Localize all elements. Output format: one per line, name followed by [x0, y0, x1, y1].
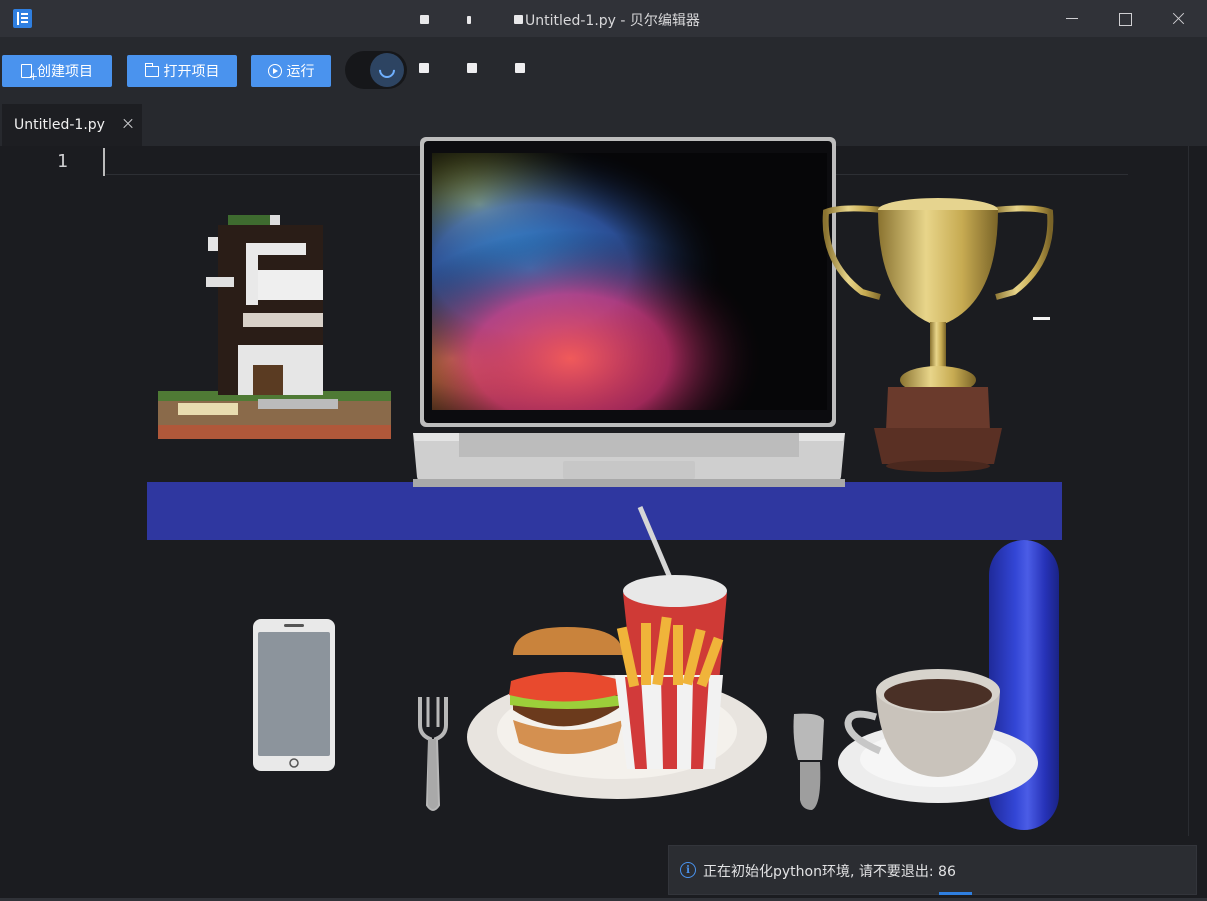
tab-label: Untitled-1.py — [14, 117, 105, 133]
window-title: Untitled-1.py - 贝尔编辑器 — [525, 13, 700, 29]
init-notification: i 正在初始化python环境, 请不要退出: 86 — [668, 845, 1197, 895]
coffee-cup-model — [838, 669, 1038, 803]
notification-message: 正在初始化python环境, 请不要退出: 86 — [703, 864, 956, 880]
toolbar-square-icon — [515, 63, 525, 73]
play-circle-icon — [267, 64, 282, 78]
title-dot-icon — [467, 16, 471, 24]
text-cursor — [103, 148, 105, 176]
burger-meal-model — [467, 506, 767, 799]
open-project-label: 打开项目 — [163, 64, 220, 80]
fork-model — [418, 697, 448, 811]
toolbar-square-icon — [467, 63, 477, 73]
dash-mark — [1033, 317, 1050, 320]
tab-untitled-1[interactable]: Untitled-1.py — [2, 104, 142, 146]
theme-toggle-knob[interactable] — [370, 53, 404, 87]
info-icon: i — [680, 862, 696, 878]
close-icon[interactable] — [120, 116, 136, 132]
moon-icon — [375, 58, 399, 82]
title-square-icon — [420, 15, 429, 24]
minimize-button[interactable] — [1048, 0, 1098, 37]
line-number: 1 — [57, 151, 68, 172]
run-label: 运行 — [286, 64, 315, 80]
notification-progress — [939, 892, 972, 895]
trophy-model — [822, 198, 1054, 472]
laptop-screen-wallpaper — [432, 153, 827, 410]
create-project-label: 创建项目 — [37, 64, 93, 80]
app-logo-icon — [13, 9, 32, 28]
create-project-button[interactable]: 创建项目 — [2, 55, 112, 87]
maximize-button[interactable] — [1100, 0, 1150, 37]
close-window-button[interactable] — [1153, 0, 1203, 37]
title-square-icon — [514, 15, 523, 24]
new-file-icon — [21, 64, 38, 83]
open-project-button[interactable]: 打开项目 — [127, 55, 237, 87]
title-bar: Untitled-1.py - 贝尔编辑器 — [0, 0, 1207, 37]
knife-model — [793, 713, 824, 810]
voxel-house-model — [158, 215, 391, 439]
theme-toggle[interactable] — [345, 51, 407, 89]
run-button[interactable]: 运行 — [251, 55, 331, 87]
vertical-scrollbar[interactable] — [1188, 146, 1189, 836]
smartphone-model — [253, 619, 335, 771]
toolbar: 创建项目 打开项目 运行 — [0, 37, 1207, 104]
folder-icon — [144, 62, 159, 77]
toolbar-square-icon — [419, 63, 429, 73]
